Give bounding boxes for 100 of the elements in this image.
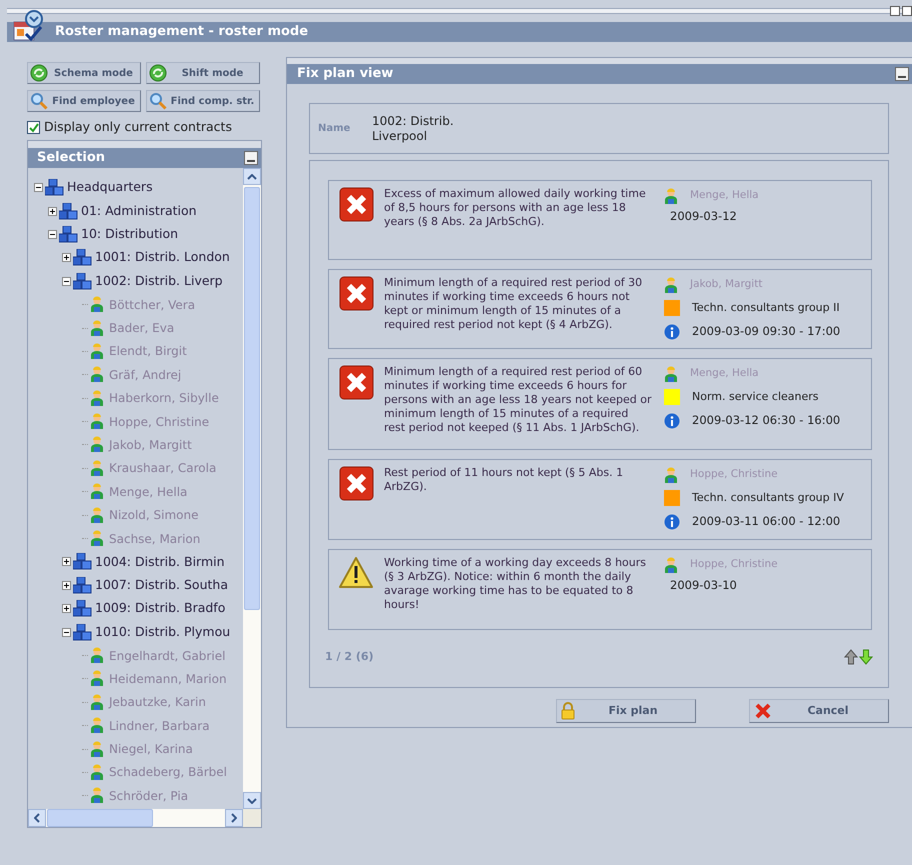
person-icon xyxy=(90,694,104,711)
minimize-icon[interactable] xyxy=(890,6,900,16)
person-icon xyxy=(90,320,104,337)
left-chevron-icon xyxy=(34,813,40,823)
pager-text: 1 / 2 (6) xyxy=(325,649,374,665)
employee-name[interactable]: Engelhardt, Gabriel xyxy=(109,646,226,664)
right-chevron-icon xyxy=(231,813,237,823)
scroll-thumb[interactable] xyxy=(244,187,260,610)
violation-text: Rest period of 11 hours not kept (§ 5 Abs. 1 ArbZG). xyxy=(384,466,624,495)
group-name: Techn. consultants group II xyxy=(692,300,840,316)
lock-icon xyxy=(561,702,575,720)
horizontal-scrollbar[interactable] xyxy=(28,809,261,827)
employee-name: Menge, Hella xyxy=(690,188,759,204)
employee-name[interactable]: Haberkorn, Sibylle xyxy=(109,389,219,408)
unit-name[interactable]: 1002: Distrib. Liverp xyxy=(95,272,223,291)
dialog-button[interactable]: Cancel xyxy=(749,699,889,723)
person-icon xyxy=(90,342,104,360)
window-title: Roster management - roster mode xyxy=(55,23,308,42)
group-name: Norm. service cleaners xyxy=(692,388,818,405)
employee-name[interactable]: Sachse, Marion xyxy=(109,530,200,548)
group-name: Techn. consultants group IV xyxy=(692,490,844,506)
search-icon xyxy=(30,92,48,110)
name-value: 1002: Distrib. Liverpool xyxy=(372,114,454,144)
dialog-button[interactable]: Fix plan xyxy=(556,699,696,723)
unit-name[interactable]: 1009: Distrib. Bradfo xyxy=(95,599,226,618)
employee-name[interactable]: Niegel, Karina xyxy=(109,740,193,758)
employee-name[interactable]: Hoppe, Christine xyxy=(109,412,210,431)
panel-title: Fix plan view xyxy=(297,65,394,84)
expand-icon[interactable] xyxy=(62,557,71,566)
scrollbar-corner xyxy=(243,809,261,827)
scroll-thumb[interactable] xyxy=(47,809,153,827)
checkbox[interactable] xyxy=(27,120,40,134)
cubes-icon xyxy=(73,553,92,570)
employee-name[interactable]: Kraushaar, Carola xyxy=(109,459,216,478)
cubes-icon xyxy=(73,576,92,594)
person-icon xyxy=(664,466,678,484)
employee-name[interactable]: Schröder, Pia xyxy=(109,786,188,805)
collapse-icon[interactable] xyxy=(48,230,57,239)
employee-name[interactable]: Schadeberg, Bärbel xyxy=(109,763,227,782)
employee-name: Hoppe, Christine xyxy=(690,467,778,482)
violation-text: Excess of maximum allowed daily working time of 8,5 hours for persons with an age less 18 years (§ 8 Abs. 2a JArbSchG). xyxy=(384,187,647,230)
employee-name[interactable]: Elendt, Birgit xyxy=(109,342,187,360)
person-icon xyxy=(90,506,104,524)
employee-name[interactable]: Gräf, Andrej xyxy=(109,366,182,384)
toolbar-button[interactable]: Shift mode xyxy=(146,62,260,84)
date-text: 2009-03-12 xyxy=(670,208,737,226)
scroll-up-button[interactable] xyxy=(243,168,261,185)
date-text: 2009-03-12 06:30 - 16:00 xyxy=(692,412,840,430)
minimize-icon[interactable] xyxy=(244,151,258,165)
toolbar-button[interactable]: Schema mode xyxy=(27,62,141,84)
employee-name[interactable]: Bader, Eva xyxy=(109,319,174,338)
cubes-icon xyxy=(45,179,64,196)
collapse-icon[interactable] xyxy=(34,183,43,192)
employee-name[interactable]: Jebautzke, Karin xyxy=(109,693,206,712)
toolbar-button[interactable]: Find employee xyxy=(27,90,141,112)
expand-icon[interactable] xyxy=(48,206,57,216)
recycle-icon xyxy=(30,64,48,82)
employee-name[interactable]: Jakob, Margitt xyxy=(109,436,192,454)
name-label: Name xyxy=(318,122,352,136)
down-chevron-icon xyxy=(247,798,257,804)
person-icon xyxy=(664,366,678,382)
unit-name[interactable]: 1004: Distrib. Birmin xyxy=(95,552,225,572)
unit-name[interactable]: Headquarters xyxy=(67,178,153,198)
employee-name[interactable]: Heidemann, Marion xyxy=(109,670,227,688)
person-icon xyxy=(90,413,104,430)
expand-icon[interactable] xyxy=(62,253,71,262)
date-text: 2009-03-11 06:00 - 12:00 xyxy=(692,513,840,530)
maximize-icon[interactable] xyxy=(902,6,912,16)
employee-name[interactable]: Menge, Hella xyxy=(109,482,188,501)
collapse-icon[interactable] xyxy=(62,276,71,286)
unit-name[interactable]: 1010: Distrib. Plymou xyxy=(95,622,230,642)
expand-icon[interactable] xyxy=(62,580,71,590)
scroll-down-button[interactable] xyxy=(243,792,261,809)
vertical-scrollbar[interactable] xyxy=(243,168,261,809)
person-icon xyxy=(664,556,678,574)
unit-name[interactable]: 01: Administration xyxy=(81,202,197,220)
employee-name[interactable]: Böttcher, Vera xyxy=(109,296,196,314)
person-icon xyxy=(90,764,104,781)
down-arrow-icon[interactable] xyxy=(859,649,873,666)
scroll-left-button[interactable] xyxy=(28,809,46,827)
collapse-icon[interactable] xyxy=(62,628,71,637)
employee-name[interactable]: Lindner, Barbara xyxy=(109,716,210,735)
cubes-icon xyxy=(73,600,92,618)
unit-name[interactable]: 1007: Distrib. Southa xyxy=(95,576,228,595)
up-arrow-icon[interactable] xyxy=(844,649,858,666)
scroll-right-button[interactable] xyxy=(225,809,243,827)
cubes-icon xyxy=(73,624,92,641)
unit-name[interactable]: 10: Distribution xyxy=(81,225,178,244)
person-icon xyxy=(90,530,104,548)
cubes-icon xyxy=(59,226,78,243)
cubes-icon xyxy=(59,202,78,220)
up-chevron-icon xyxy=(247,174,257,180)
search-icon xyxy=(149,92,167,110)
toolbar-button[interactable]: Find comp. str. xyxy=(146,90,260,112)
expand-icon[interactable] xyxy=(62,604,71,614)
minimize-icon[interactable] xyxy=(895,67,909,81)
unit-name[interactable]: 1001: Distrib. London xyxy=(95,248,230,268)
person-icon xyxy=(90,483,104,500)
employee-name: Menge, Hella xyxy=(690,366,759,382)
employee-name[interactable]: Nizold, Simone xyxy=(109,506,199,524)
